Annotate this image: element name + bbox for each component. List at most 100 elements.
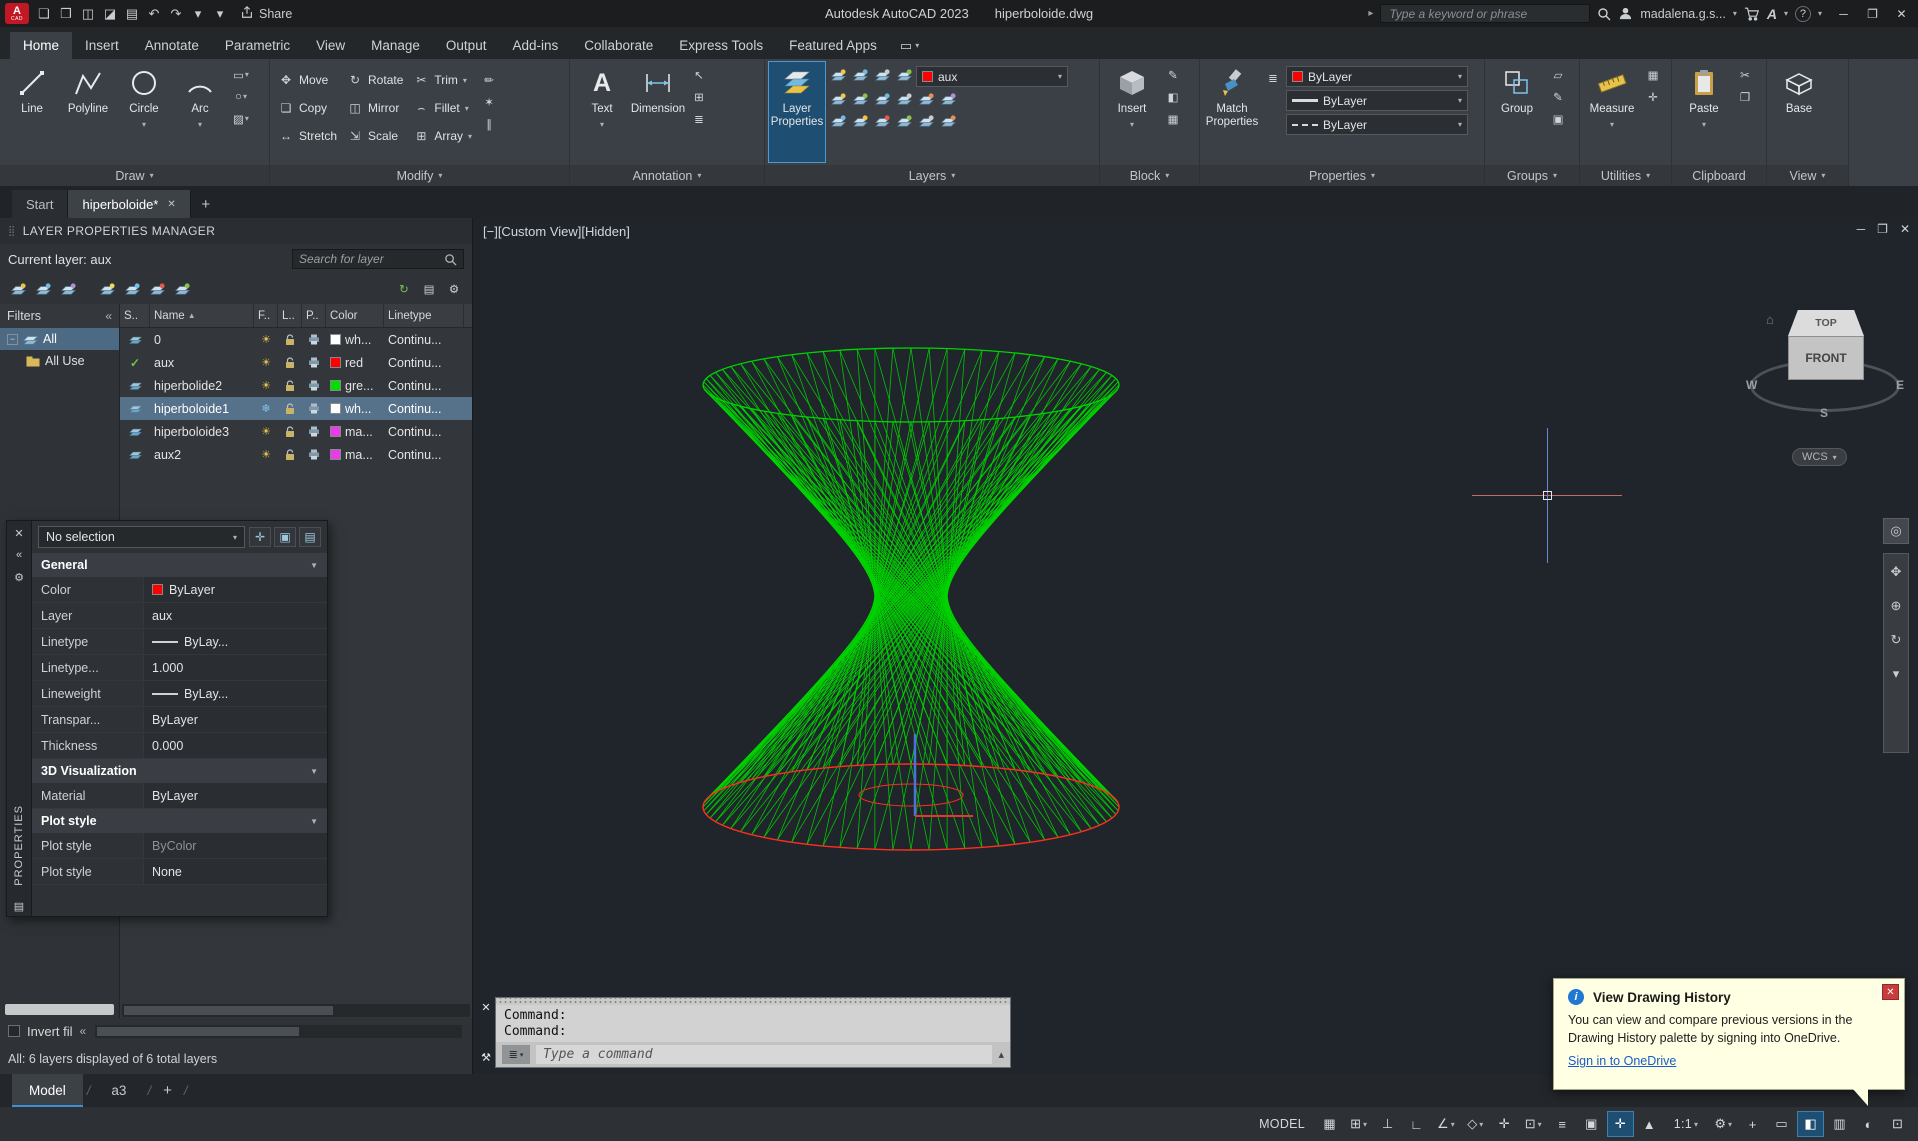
layer-freeze-icon[interactable]: ☀	[254, 374, 278, 397]
property-thickness[interactable]: Thickness0.000	[32, 733, 327, 759]
groups-panel-label[interactable]: Groups▾	[1485, 165, 1579, 186]
help-dropdown-icon[interactable]: ▾	[1818, 9, 1822, 18]
layer-linetype-cell[interactable]: Continu...	[384, 443, 464, 466]
property-value[interactable]: 1.000	[144, 655, 327, 680]
layer-freeze-icon[interactable]	[850, 66, 870, 85]
drawing-area[interactable]: [−][Custom View][Hidden] ─❐✕ ⌂ TOP FRONT…	[473, 218, 1918, 1074]
layer-lock-icon[interactable]	[278, 420, 302, 443]
layer-on-icon[interactable]	[894, 66, 914, 85]
refresh-layers-icon[interactable]: ↻	[394, 280, 414, 299]
block-panel-label[interactable]: Block▾	[1100, 165, 1199, 186]
cart-icon[interactable]	[1744, 7, 1760, 21]
erase-icon[interactable]: ✏	[479, 70, 499, 89]
select-objects-icon[interactable]: ▣	[274, 527, 296, 547]
property-color[interactable]: ColorByLayer	[32, 577, 327, 603]
layout-tab-model[interactable]: Model	[12, 1074, 83, 1107]
help-icon[interactable]: ?	[1795, 6, 1811, 22]
match-properties-button[interactable]: Match Properties	[1204, 62, 1260, 162]
base-button[interactable]: Base	[1771, 62, 1827, 162]
bottom-scrollbar[interactable]	[95, 1025, 462, 1038]
annotation-visibility-icon[interactable]: ▲	[1637, 1112, 1662, 1136]
layer-select-combo[interactable]: aux▾	[916, 66, 1068, 87]
show-motion-icon[interactable]: ▾	[1893, 666, 1900, 682]
scale-button[interactable]: ⇲Scale	[343, 124, 407, 148]
layer-lock-icon[interactable]	[278, 397, 302, 420]
utilities-panel-label[interactable]: Utilities▾	[1580, 165, 1671, 186]
properties-list-icon[interactable]: ≣	[1263, 68, 1283, 87]
layer-settings-icon[interactable]: ⚙	[444, 280, 464, 299]
compass-south[interactable]: S	[1820, 406, 1828, 420]
property-value[interactable]: ByLayer	[144, 577, 327, 602]
property-transpar[interactable]: Transpar...ByLayer	[32, 707, 327, 733]
arc-button[interactable]: Arc▾	[172, 62, 228, 162]
property-value[interactable]: ByLay...	[144, 629, 327, 654]
new-layout-button[interactable]: +	[155, 1082, 180, 1099]
property-value[interactable]: ByColor	[144, 833, 327, 858]
polyline-button[interactable]: Polyline	[60, 62, 116, 162]
viewcube-front-face[interactable]: FRONT	[1788, 336, 1864, 380]
layer-linetype-cell[interactable]: Continu...	[384, 397, 464, 420]
annotation-panel-label[interactable]: Annotation▾	[570, 165, 764, 186]
layer-filter-properties-icon[interactable]	[8, 280, 28, 299]
dimension-button[interactable]: Dimension	[630, 62, 686, 162]
search-icon[interactable]	[1597, 7, 1611, 21]
palette-side-titlebar[interactable]: ✕«⚙ PROPERTIES ▤	[6, 520, 32, 917]
table-icon[interactable]: ⊞	[689, 87, 709, 106]
palette-grip-icon[interactable]: ⣿	[8, 226, 16, 237]
collapse-invert-icon[interactable]: «	[80, 1024, 87, 1038]
minimize-button[interactable]: ─	[1829, 0, 1858, 27]
layer-delete-icon[interactable]	[872, 112, 892, 131]
annotation-more-icon[interactable]: ≣	[689, 109, 709, 128]
isolate-objects-icon[interactable]: ◐	[1856, 1112, 1881, 1136]
compass-west[interactable]: W	[1746, 378, 1757, 392]
layer-row-aux[interactable]: ✓aux☀redContinu...	[120, 351, 472, 374]
recent-commands-icon[interactable]: ≣▾	[502, 1045, 530, 1064]
block-edit-icon[interactable]: ✎	[1163, 65, 1183, 84]
layer-lock-icon[interactable]	[278, 351, 302, 374]
polar-tracking-icon[interactable]: ∠▾	[1433, 1112, 1459, 1136]
new-file-icon[interactable]: ❏	[34, 3, 54, 24]
palette-bottom-icon[interactable]: ▤	[14, 900, 24, 913]
layer-plot-icon[interactable]	[302, 397, 326, 420]
layer-freeze-icon[interactable]: ☀	[254, 351, 278, 374]
palette-titlebar[interactable]: ⣿ LAYER PROPERTIES MANAGER	[0, 218, 472, 244]
layer-walk-icon[interactable]	[828, 112, 848, 131]
offset-icon[interactable]: ∥	[479, 114, 499, 133]
autodesk-account-icon[interactable]: A	[1767, 6, 1777, 22]
text-button[interactable]: AText▾	[574, 62, 630, 162]
modify-panel-label[interactable]: Modify▾	[270, 165, 569, 186]
layer-freeze-icon[interactable]: ❄	[254, 397, 278, 420]
property-value[interactable]: ByLay...	[144, 681, 327, 706]
close-tab-icon[interactable]: ✕	[167, 199, 175, 210]
rotate-button[interactable]: ↻Rotate	[343, 68, 407, 92]
explode-icon[interactable]: ✶	[479, 92, 499, 111]
id-point-icon[interactable]: ✛	[1643, 87, 1663, 106]
viewport-controls[interactable]: [−][Custom View][Hidden]	[483, 224, 630, 239]
save-as-icon[interactable]: ◪	[100, 3, 120, 24]
ortho-mode-icon[interactable]: ∟	[1404, 1112, 1429, 1136]
ribbon-tab-manage[interactable]: Manage	[358, 32, 433, 59]
filter-all[interactable]: −All	[0, 328, 119, 350]
property-value[interactable]: None	[144, 859, 327, 884]
layer-table-scrollbar[interactable]	[122, 1004, 470, 1017]
annotation-scale-value[interactable]: 1:1▾	[1666, 1112, 1707, 1136]
ribbon-tab-express-tools[interactable]: Express Tools	[666, 32, 776, 59]
layer-linetype-cell[interactable]: Continu...	[384, 328, 464, 351]
stretch-button[interactable]: ↔Stretch	[274, 124, 341, 148]
copy-clip-icon[interactable]: ❐	[1735, 87, 1755, 106]
layer-merge-icon[interactable]	[850, 112, 870, 131]
layer-copy-to-icon[interactable]	[894, 112, 914, 131]
annotation-monitor-icon[interactable]: +	[1740, 1112, 1765, 1136]
property-plot-style[interactable]: Plot styleNone	[32, 859, 327, 885]
layer-color-cell[interactable]: wh...	[326, 397, 384, 420]
section-plot-style[interactable]: Plot style▼	[32, 809, 327, 833]
object-color-combo[interactable]: ByLayer▾	[1286, 66, 1468, 87]
ribbon-tab-collaborate[interactable]: Collaborate	[571, 32, 666, 59]
search-expand-icon[interactable]: ▸	[1368, 8, 1373, 19]
layer-lock-icon[interactable]	[278, 374, 302, 397]
zoom-icon[interactable]: ⊕	[1891, 598, 1902, 614]
object-snap-tracking-icon[interactable]: ✛	[1492, 1112, 1517, 1136]
layer-row-0[interactable]: 0☀wh...Continu...	[120, 328, 472, 351]
column-header-p[interactable]: P..	[302, 304, 326, 327]
user-avatar-icon[interactable]	[1618, 6, 1633, 21]
